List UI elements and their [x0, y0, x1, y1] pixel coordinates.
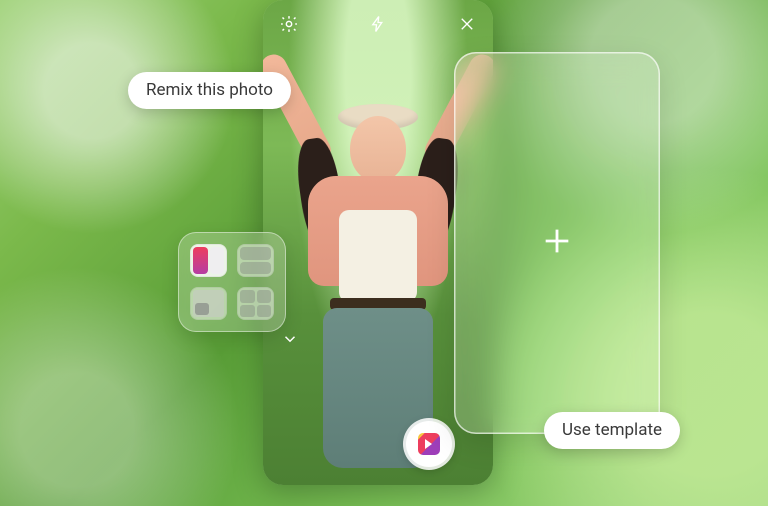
photo-subject: [293, 60, 463, 420]
layout-option-picture-in-picture[interactable]: [190, 287, 227, 320]
use-template-button[interactable]: Use template: [544, 412, 680, 449]
camera-top-bar: [263, 14, 493, 34]
layout-option-grid[interactable]: [237, 287, 274, 320]
close-icon[interactable]: [457, 14, 477, 34]
use-template-label: Use template: [562, 420, 662, 440]
reels-capture-button[interactable]: [406, 421, 452, 467]
layout-picker: [178, 232, 286, 332]
flash-icon[interactable]: [368, 14, 388, 34]
remix-photo-tooltip[interactable]: Remix this photo: [128, 72, 291, 109]
chevron-down-icon[interactable]: [281, 330, 299, 352]
layout-option-split-vertical[interactable]: [190, 244, 227, 277]
layout-option-split-horizontal[interactable]: [237, 244, 274, 277]
add-media-panel[interactable]: [454, 52, 660, 434]
promo-stage: Remix this photo Use template: [0, 0, 768, 506]
reels-icon: [418, 433, 440, 455]
remix-photo-label: Remix this photo: [146, 80, 273, 100]
plus-icon: [540, 224, 574, 262]
settings-icon[interactable]: [279, 14, 299, 34]
